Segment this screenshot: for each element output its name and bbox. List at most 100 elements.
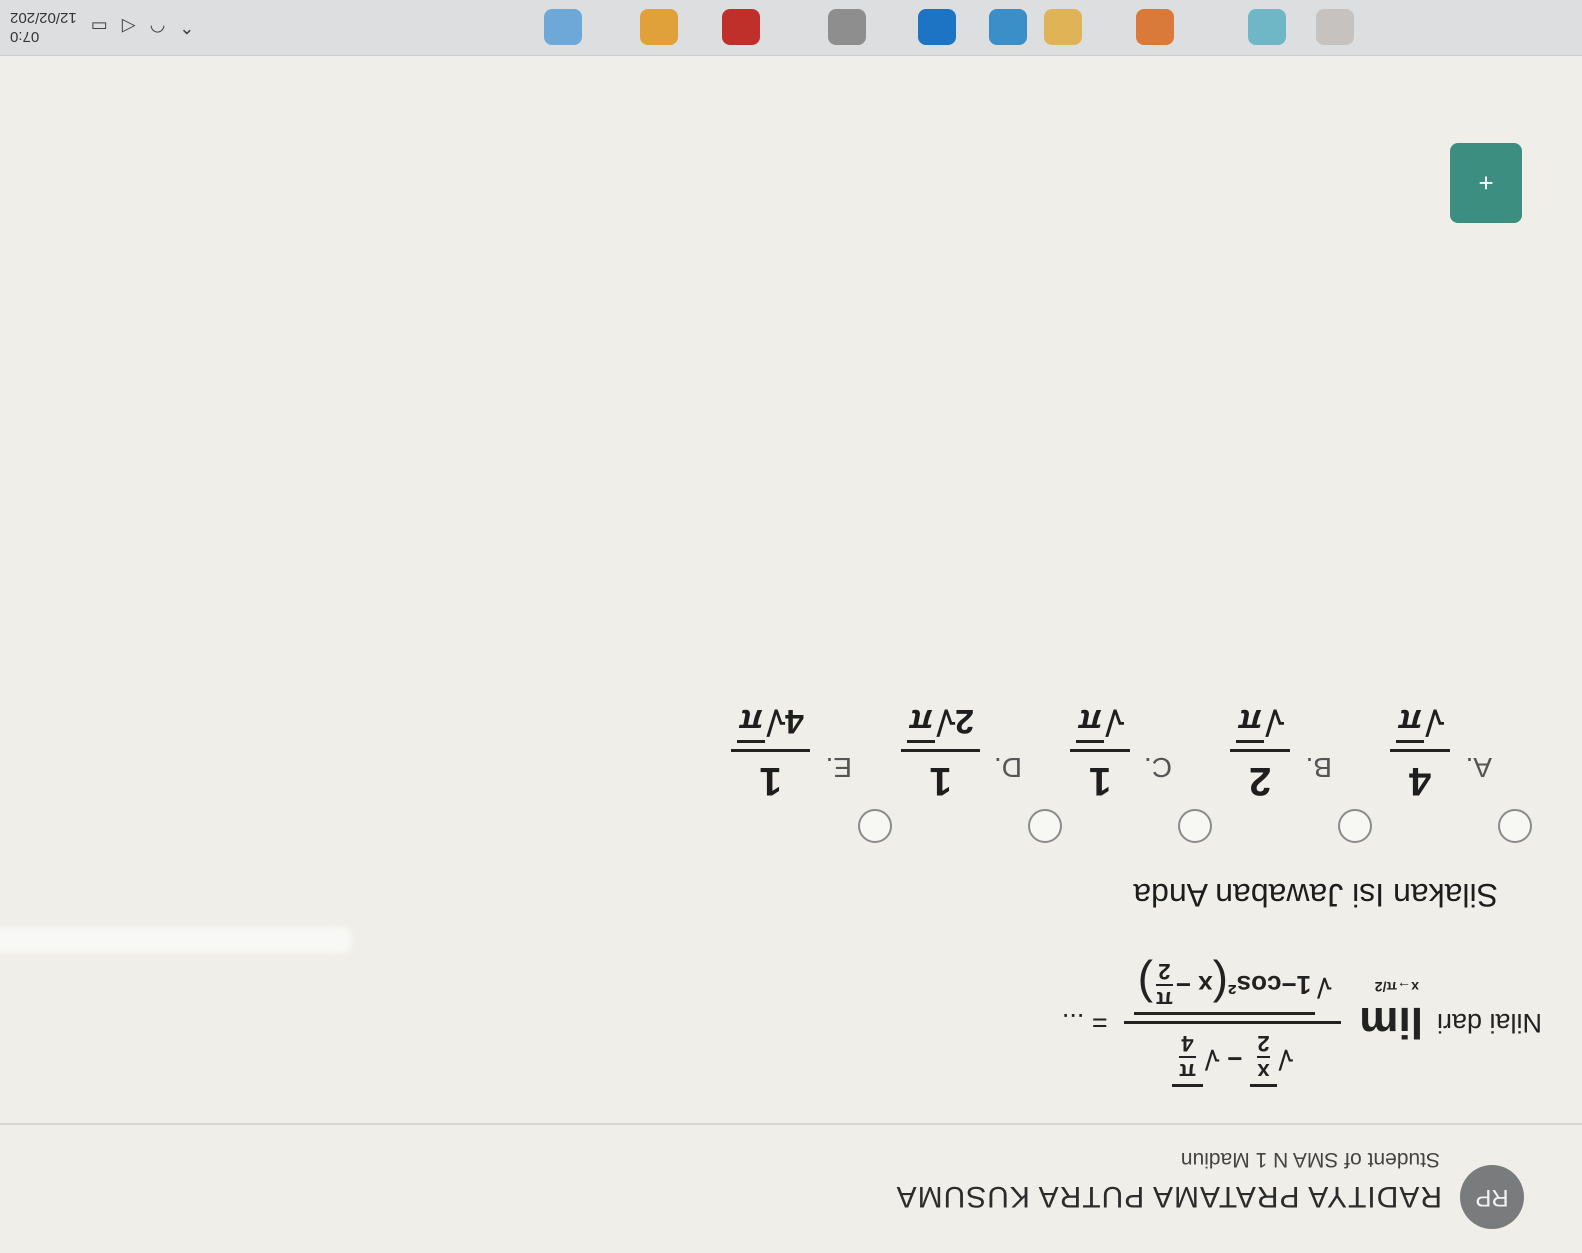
- option-fraction-bar: [901, 749, 980, 752]
- app-icon[interactable]: [640, 9, 678, 45]
- close-paren: ): [1137, 959, 1153, 1011]
- option-denominator: 2 √ π: [901, 701, 980, 743]
- user-school: Student of SMA N 1 Madiun: [1180, 1148, 1440, 1171]
- option-denominator: √ π: [1230, 701, 1290, 743]
- app-icon[interactable]: [1316, 9, 1354, 45]
- option-fraction: 1 4 √ π: [731, 701, 810, 803]
- next-button[interactable]: +: [1450, 143, 1522, 223]
- taskbar: ⌃ ◠ ◁ ▭ 07:0 12/02/202: [0, 0, 1582, 56]
- app-icon[interactable]: [1136, 9, 1174, 45]
- frac-bar: [1155, 984, 1173, 986]
- sqrt-icon: √: [936, 702, 956, 740]
- frac-bar: [1257, 1056, 1270, 1058]
- equals-ellipsis: = ...: [1061, 1008, 1108, 1038]
- frac-bottom: 4: [1181, 1031, 1194, 1056]
- limit-expression: √ x 2 − √ π 4 √ 1−cos² (x − π 2): [1123, 952, 1342, 1093]
- frac-x-2: x 2: [1257, 1030, 1270, 1084]
- limit-symbol: lim x→π/2: [1359, 980, 1423, 1048]
- limit-subscript: x→π/2: [1374, 979, 1419, 996]
- x-minus: x −: [1175, 970, 1213, 1001]
- avatar-initials: RP: [1475, 1184, 1509, 1211]
- frac-top: π: [1179, 1059, 1196, 1084]
- expression-denominator: √ 1−cos² ( x − π 2 ): [1124, 952, 1342, 1021]
- option-letter: D.: [994, 752, 1022, 783]
- option-denominator: √ π: [1390, 701, 1450, 743]
- den-coefficient: 4: [785, 702, 804, 740]
- option-numerator: 2: [1248, 759, 1272, 803]
- chevron-up-icon[interactable]: ⌃: [179, 17, 194, 38]
- option-fraction-bar: [1230, 749, 1290, 752]
- option-e-radio[interactable]: [858, 809, 892, 843]
- settings-icon[interactable]: [828, 9, 866, 45]
- option-fraction-bar: [1070, 749, 1130, 752]
- frac-top: π: [1155, 987, 1173, 1012]
- sqrt-icon: √: [1105, 702, 1124, 740]
- user-name: RADITYA PRATAMA PUTRA KUSUMA: [895, 1180, 1442, 1213]
- sqrt-icon: √: [1425, 702, 1444, 740]
- system-tray: ⌃ ◠ ◁ ▭ 07:0 12/02/202: [0, 0, 194, 55]
- radicand: π: [1076, 701, 1105, 743]
- screen-glare: [0, 927, 352, 953]
- app-icon[interactable]: [1248, 9, 1286, 45]
- option-fraction-bar: [1390, 749, 1450, 752]
- app-icon[interactable]: [544, 9, 582, 45]
- option-numerator: 1: [929, 759, 952, 803]
- option-a-radio[interactable]: [1498, 809, 1532, 843]
- option-fraction: 2 √ π: [1230, 701, 1290, 803]
- clock-time: 07:0: [10, 28, 40, 45]
- header: RP RADITYA PRATAMA PUTRA KUSUMA Student …: [0, 1123, 1582, 1253]
- expression-numerator: √ x 2 − √ π 4: [1162, 1024, 1303, 1093]
- sqrt-pi-over-4: π 4: [1172, 1030, 1203, 1087]
- option-d-radio[interactable]: [1028, 809, 1062, 843]
- sqrt-icon: √: [1265, 702, 1284, 740]
- clock[interactable]: 07:0 12/02/202: [10, 8, 77, 46]
- radicand: π: [1396, 701, 1425, 743]
- sqrt-icon: √: [1204, 1044, 1220, 1074]
- option-c-radio[interactable]: [1178, 809, 1212, 843]
- option-b-radio[interactable]: [1338, 809, 1372, 843]
- volume-icon[interactable]: ◁: [122, 17, 136, 38]
- app-icon[interactable]: [722, 9, 760, 45]
- battery-icon[interactable]: ▭: [91, 17, 108, 38]
- radicand: π: [907, 701, 936, 743]
- folder-icon[interactable]: [1044, 9, 1082, 45]
- den-coefficient: 2: [955, 702, 974, 740]
- frac-bar: [1179, 1056, 1196, 1058]
- clock-date: 12/02/202: [10, 9, 77, 26]
- sqrt-icon: √: [1317, 972, 1332, 1002]
- option-fraction-bar: [731, 749, 810, 752]
- option-numerator: 1: [759, 759, 782, 803]
- wifi-icon[interactable]: ◠: [150, 17, 166, 38]
- frac-pi-2: π 2: [1155, 958, 1173, 1012]
- user-avatar[interactable]: RP: [1460, 1165, 1524, 1229]
- option-letter: A.: [1465, 752, 1492, 783]
- sqrt-denominator: 1−cos² ( x − π 2 ): [1133, 958, 1316, 1015]
- sqrt-x-over-2: x 2: [1250, 1030, 1277, 1087]
- one-minus-cos-squared: 1−cos²: [1227, 970, 1312, 1001]
- question-text: Nilai dari lim x→π/2 √ x 2 − √ π 4 √ 1−c…: [1062, 952, 1542, 1093]
- app-icon[interactable]: [918, 9, 956, 45]
- option-letter: B.: [1305, 752, 1332, 783]
- option-denominator: √ π: [1070, 701, 1130, 743]
- store-icon[interactable]: [989, 9, 1027, 45]
- option-fraction: 4 √ π: [1390, 701, 1450, 803]
- frac-top: x: [1257, 1059, 1270, 1084]
- option-numerator: 1: [1088, 759, 1112, 803]
- radicand: π: [1236, 701, 1265, 743]
- frac-pi-4: π 4: [1179, 1030, 1196, 1084]
- radicand: π: [737, 701, 766, 743]
- frac-bottom: 2: [1158, 959, 1171, 984]
- sqrt-icon: √: [1278, 1044, 1293, 1074]
- option-fraction: 1 2 √ π: [901, 701, 980, 803]
- expression-fraction-bar: [1123, 1021, 1342, 1024]
- exam-screen: RP RADITYA PRATAMA PUTRA KUSUMA Student …: [0, 0, 1582, 1253]
- option-numerator: 4: [1408, 759, 1432, 803]
- frac-bottom: 2: [1257, 1031, 1270, 1056]
- option-letter: E.: [825, 752, 852, 783]
- plus-icon: +: [1478, 168, 1494, 199]
- option-letter: C.: [1144, 752, 1172, 783]
- lim-word: lim: [1359, 998, 1423, 1048]
- open-paren: (: [1212, 959, 1228, 1011]
- question-prefix: Nilai dari: [1436, 1008, 1542, 1038]
- option-fraction: 1 √ π: [1070, 701, 1130, 803]
